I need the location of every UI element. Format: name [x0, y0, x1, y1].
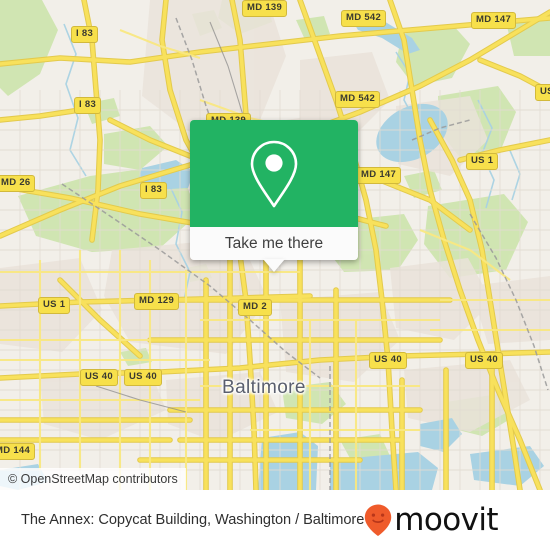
- road-shield: US 1: [38, 297, 71, 314]
- map-pin-icon: [245, 137, 303, 211]
- moovit-logo[interactable]: moovit: [363, 502, 499, 538]
- osm-attribution[interactable]: © OpenStreetMap contributors: [0, 468, 186, 490]
- moovit-map-screenshot: MD 542 MD 147 I 83 MD 139 MD 542 US 1 I 83 MD 1…: [0, 0, 550, 550]
- road-shield: MD 26: [0, 175, 36, 192]
- location-popup-card[interactable]: Take me there: [190, 120, 358, 272]
- footer-bar: The Annex: Copycat Building, Washington …: [0, 490, 550, 550]
- road-shield: MD 542: [335, 91, 381, 108]
- road-shield: US 1: [466, 153, 499, 170]
- road-shield: I 83: [71, 26, 99, 43]
- road-shield: MD 144: [0, 443, 36, 460]
- road-shield: US 40: [124, 369, 162, 386]
- moovit-wordmark: moovit: [394, 502, 498, 538]
- road-shield: MD 139: [242, 0, 288, 17]
- take-me-there-label: Take me there: [224, 234, 324, 252]
- road-shield: MD 2: [238, 299, 272, 316]
- road-shield: MD 147: [471, 12, 517, 29]
- road-shield: US 40: [80, 369, 118, 386]
- road-shield: MD 129: [134, 293, 180, 310]
- popup-action-area[interactable]: Take me there: [190, 227, 358, 272]
- road-shield: I 83: [140, 182, 168, 199]
- moovit-smiley-pin-icon: [363, 503, 393, 537]
- popup-pin-area: [190, 120, 358, 227]
- road-shield: US 40: [465, 352, 503, 369]
- city-label-baltimore: Baltimore: [222, 377, 306, 398]
- footer-caption: The Annex: Copycat Building, Washington …: [21, 511, 365, 528]
- road-shield: US 1: [535, 84, 550, 101]
- popup-tail-pointer: [263, 259, 285, 272]
- road-shield: US 40: [369, 352, 407, 369]
- road-shield: I 83: [74, 97, 102, 114]
- road-shield: MD 147: [356, 167, 402, 184]
- road-shield: MD 542: [341, 10, 387, 27]
